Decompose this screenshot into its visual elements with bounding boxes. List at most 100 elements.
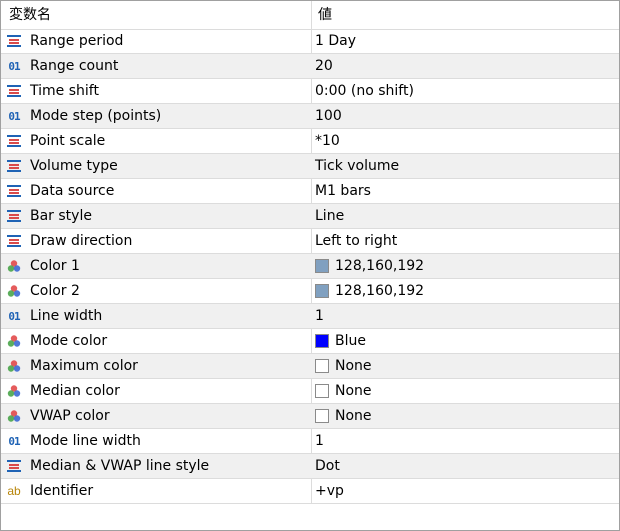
parameter-row[interactable]: Point scale *10	[1, 129, 619, 154]
parameter-name: Data source	[30, 183, 115, 199]
parameter-value[interactable]: 100	[315, 104, 342, 128]
color-swatch[interactable]	[315, 359, 329, 373]
enum-icon	[5, 233, 23, 249]
parameter-value[interactable]: +vp	[315, 479, 344, 503]
parameter-value-text: *10	[315, 133, 340, 149]
parameter-name: Color 1	[30, 258, 80, 274]
parameter-value-text: Dot	[315, 458, 340, 474]
parameter-value-text: 128,160,192	[335, 283, 425, 299]
parameter-name: Median & VWAP line style	[30, 458, 210, 474]
parameter-value[interactable]: 128,160,192	[315, 279, 424, 303]
integer-icon: 01	[8, 109, 20, 123]
parameter-value[interactable]: 128,160,192	[315, 254, 424, 278]
parameter-value[interactable]: None	[315, 354, 372, 378]
parameter-value[interactable]: Tick volume	[315, 154, 399, 178]
parameter-value-text: Blue	[335, 333, 366, 349]
parameter-name: Draw direction	[30, 233, 133, 249]
parameter-name: Maximum color	[30, 358, 138, 374]
parameter-value[interactable]: M1 bars	[315, 179, 371, 203]
parameter-name: Point scale	[30, 133, 106, 149]
parameter-value[interactable]: None	[315, 404, 372, 428]
color-icon	[5, 333, 23, 349]
color-swatch[interactable]	[315, 384, 329, 398]
color-icon	[5, 358, 23, 374]
color-icon	[5, 408, 23, 424]
parameter-row[interactable]: Color 2 128,160,192	[1, 279, 619, 304]
parameter-row[interactable]: Mode color Blue	[1, 329, 619, 354]
parameter-value[interactable]: 0:00 (no shift)	[315, 79, 414, 103]
color-swatch[interactable]	[315, 284, 329, 298]
enum-icon	[5, 158, 23, 174]
parameter-name: Identifier	[30, 483, 94, 499]
parameter-name: Time shift	[30, 83, 99, 99]
parameter-name: Mode line width	[30, 433, 141, 449]
parameter-row[interactable]: VWAP color None	[1, 404, 619, 429]
table-body: Range period 1 Day 01 Range count 20 Time shi…	[1, 29, 619, 504]
parameter-name: Color 2	[30, 283, 80, 299]
parameter-value-text: +vp	[315, 483, 344, 499]
color-swatch[interactable]	[315, 409, 329, 423]
parameter-value-text: 1 Day	[315, 33, 357, 49]
parameter-value-text: Left to right	[315, 233, 398, 249]
parameter-value[interactable]: None	[315, 379, 372, 403]
parameter-value[interactable]: 1	[315, 429, 324, 453]
parameter-row[interactable]: Data source M1 bars	[1, 179, 619, 204]
parameter-value[interactable]: Blue	[315, 329, 366, 353]
parameter-row[interactable]: Bar style Line	[1, 204, 619, 229]
parameter-name: VWAP color	[30, 408, 110, 424]
parameter-value-text: None	[335, 383, 372, 399]
parameter-row[interactable]: 01 Line width 1	[1, 304, 619, 329]
parameter-value-text: M1 bars	[315, 183, 371, 199]
color-swatch[interactable]	[315, 334, 329, 348]
parameter-row[interactable]: 01 Mode line width 1	[1, 429, 619, 454]
parameter-value-text: 128,160,192	[335, 258, 425, 274]
parameter-name: Volume type	[30, 158, 118, 174]
enum-icon	[5, 83, 23, 99]
parameter-value-text: 20	[315, 58, 333, 74]
parameter-value[interactable]: 1	[315, 304, 324, 328]
parameter-value[interactable]: 20	[315, 54, 333, 78]
header-variable-name[interactable]: 変数名	[9, 1, 305, 29]
parameter-row[interactable]: Time shift 0:00 (no shift)	[1, 79, 619, 104]
parameter-name: Mode step (points)	[30, 108, 162, 124]
enum-icon	[5, 208, 23, 224]
parameter-value[interactable]: Dot	[315, 454, 340, 478]
parameter-row[interactable]: Color 1 128,160,192	[1, 254, 619, 279]
parameter-value[interactable]: *10	[315, 129, 340, 153]
integer-icon: 01	[8, 59, 20, 73]
integer-icon: 01	[8, 434, 20, 448]
parameter-value-text: 1	[315, 308, 324, 324]
parameter-name: Range period	[30, 33, 124, 49]
parameter-value-text: None	[335, 358, 372, 374]
parameter-value-text: None	[335, 408, 372, 424]
color-swatch[interactable]	[315, 259, 329, 273]
parameter-name: Mode color	[30, 333, 108, 349]
header-value[interactable]: 値	[318, 1, 608, 29]
parameter-value[interactable]: Left to right	[315, 229, 397, 253]
color-icon	[5, 283, 23, 299]
parameter-value-text: Line	[315, 208, 345, 224]
enum-icon	[5, 458, 23, 474]
parameter-row[interactable]: Volume type Tick volume	[1, 154, 619, 179]
parameter-value[interactable]: Line	[315, 204, 344, 228]
parameter-row[interactable]: Median color None	[1, 379, 619, 404]
parameters-table: 変数名 値 Range period 1 Day 01 Range count 20 Ti…	[0, 0, 620, 531]
parameter-value-text: 100	[315, 108, 342, 124]
parameter-value-text: 0:00 (no shift)	[315, 83, 414, 99]
integer-icon: 01	[8, 309, 20, 323]
parameter-row[interactable]: Draw direction Left to right	[1, 229, 619, 254]
parameter-value-text: Tick volume	[315, 158, 400, 174]
parameter-name: Bar style	[30, 208, 92, 224]
parameter-row[interactable]: Maximum color None	[1, 354, 619, 379]
parameter-row[interactable]: Range period 1 Day	[1, 29, 619, 54]
parameter-value-text: 1	[315, 433, 324, 449]
table-header: 変数名 値	[1, 1, 619, 30]
parameter-name: Median color	[30, 383, 120, 399]
parameter-row[interactable]: 01 Mode step (points) 100	[1, 104, 619, 129]
enum-icon	[5, 133, 23, 149]
parameter-value[interactable]: 1 Day	[315, 29, 356, 53]
enum-icon	[5, 33, 23, 49]
parameter-row[interactable]: 01 Range count 20	[1, 54, 619, 79]
parameter-row[interactable]: Median & VWAP line style Dot	[1, 454, 619, 479]
parameter-row[interactable]: ab Identifier +vp	[1, 479, 619, 504]
